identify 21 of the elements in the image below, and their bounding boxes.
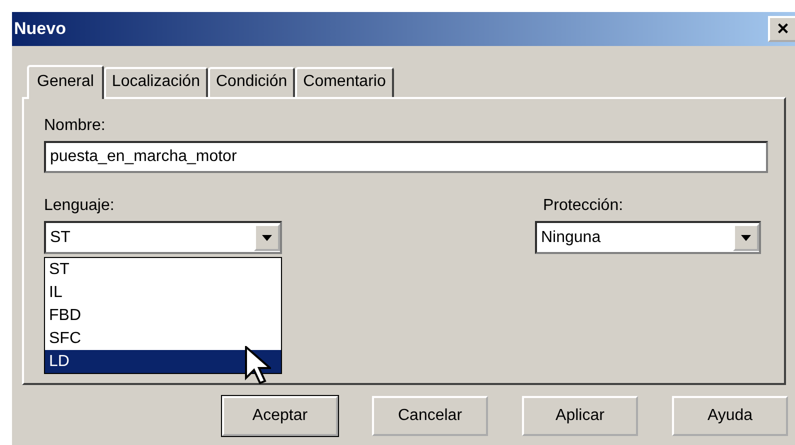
close-button[interactable]: ×	[768, 16, 795, 42]
dialog-button[interactable]: Cancelar	[372, 396, 488, 436]
dropdown-option[interactable]: FBD	[45, 304, 281, 327]
dialog-button[interactable]: Aceptar	[222, 396, 338, 436]
tab[interactable]: General	[27, 65, 104, 99]
tab[interactable]: Localización	[104, 67, 208, 97]
dropdown[interactable]: Ninguna	[535, 221, 761, 254]
dropdown-option[interactable]: LD	[45, 350, 281, 373]
tab[interactable]: Comentario	[295, 67, 394, 97]
dropdown-option[interactable]: SFC	[45, 327, 281, 350]
dialog-button[interactable]: Aplicar	[522, 396, 638, 436]
dropdown[interactable]: ST	[44, 221, 282, 254]
dropdown-option[interactable]: IL	[45, 281, 281, 304]
field-label: Lenguaje:	[44, 197, 114, 215]
field-label: Nombre:	[44, 117, 106, 135]
input-field[interactable]: puesta_en_marcha_motor	[44, 141, 768, 173]
tab[interactable]: Condición	[208, 67, 296, 97]
window-title: Nuevo	[14, 19, 66, 39]
dropdown-option[interactable]: ST	[45, 258, 281, 281]
field-label: Protección:	[543, 197, 624, 215]
dialog-button[interactable]: Ayuda	[672, 396, 788, 436]
